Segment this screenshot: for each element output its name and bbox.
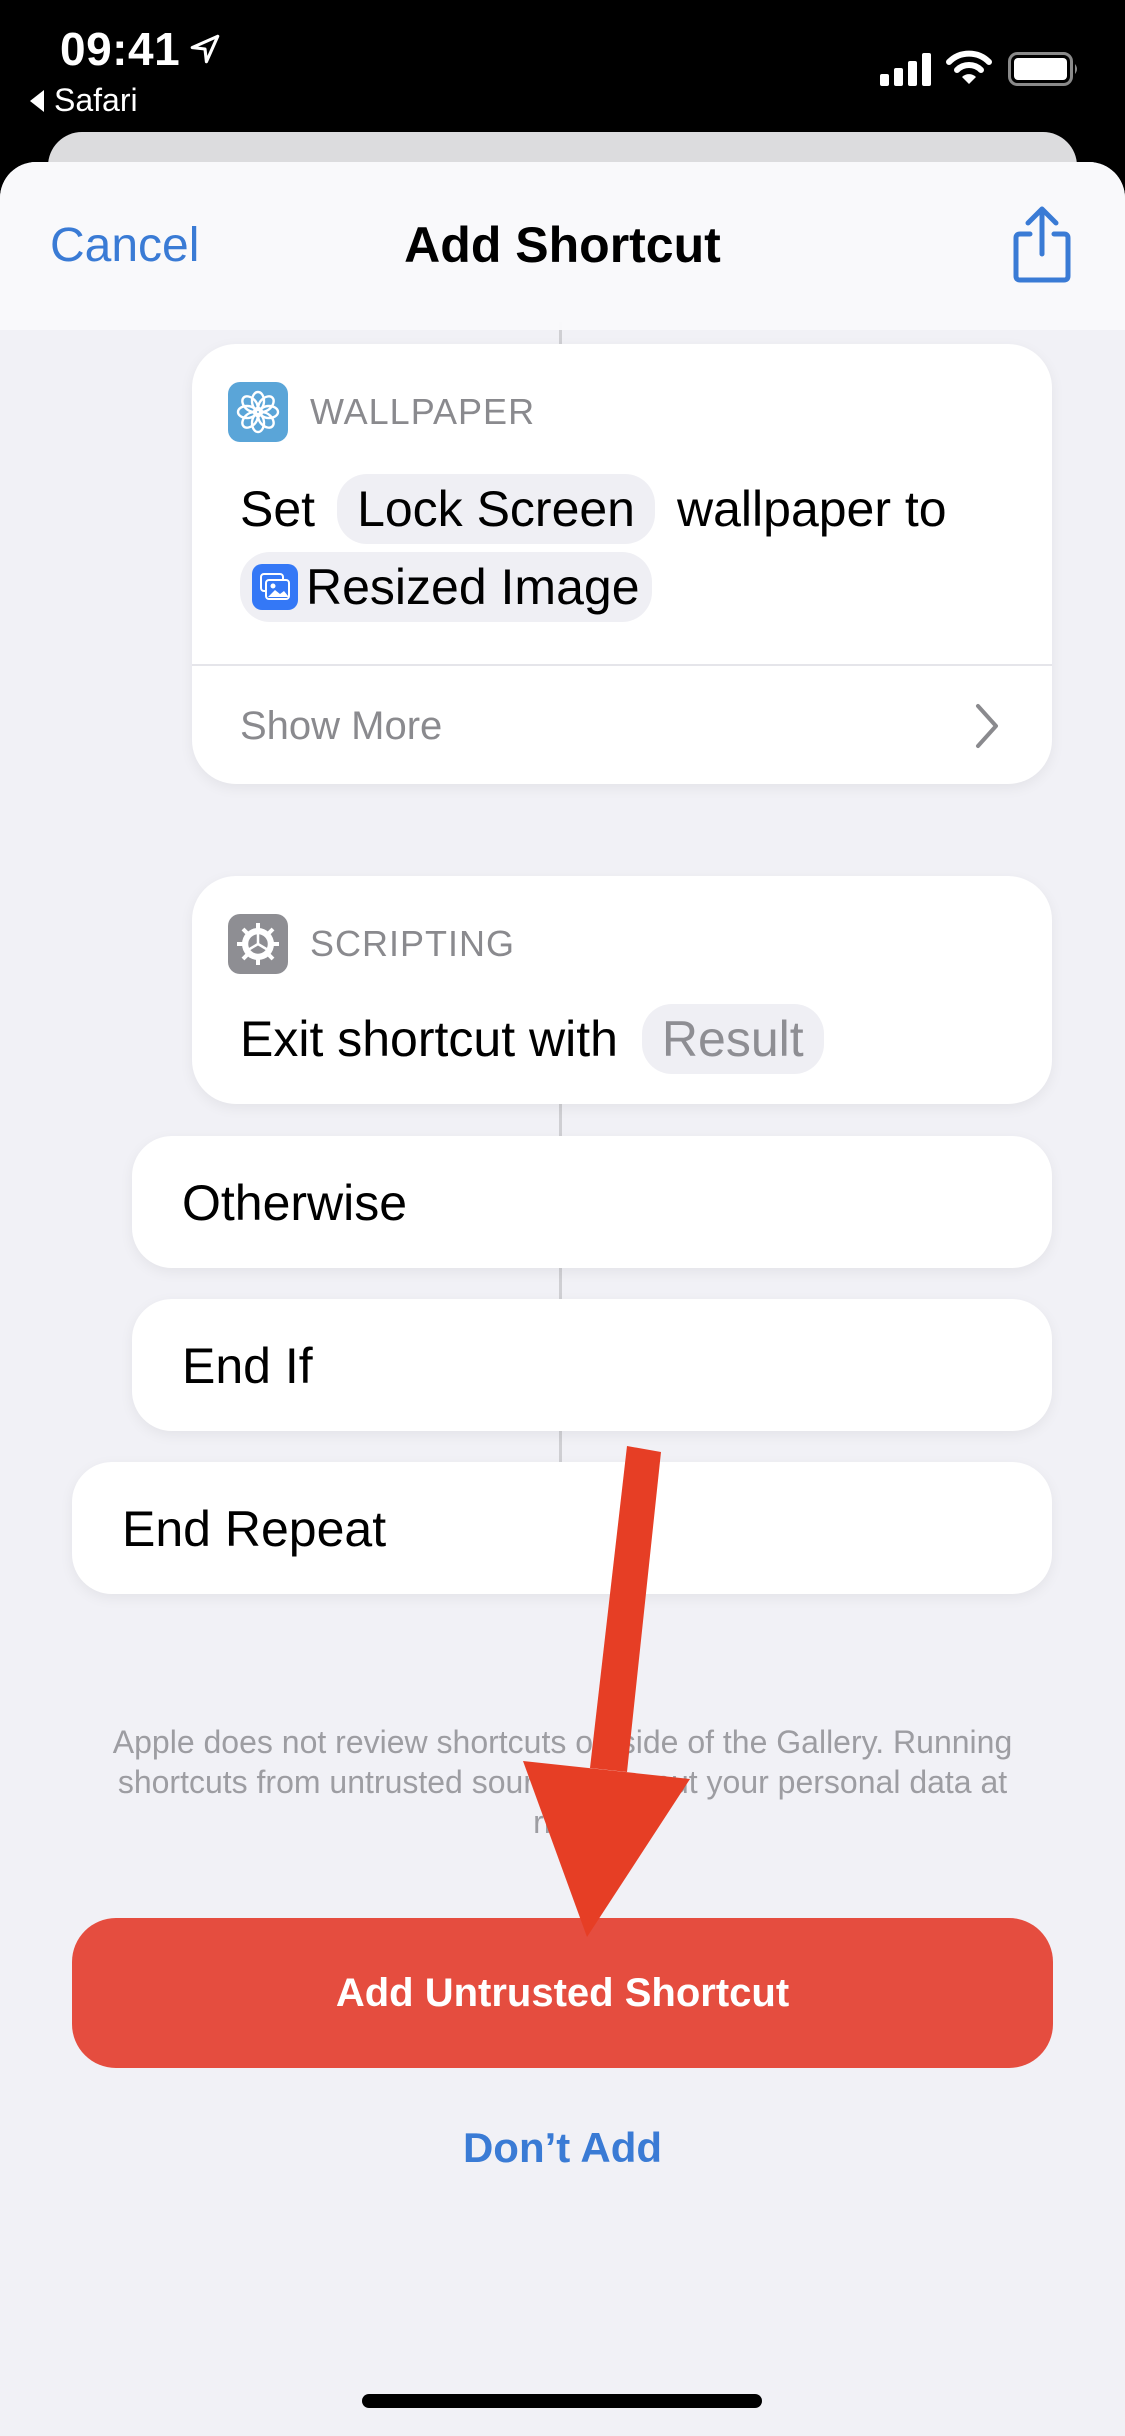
action-description-line-2: Resized Image <box>240 552 652 622</box>
action-text: wallpaper to <box>677 481 947 537</box>
add-shortcut-sheet: Cancel Add Shortcut WALLPAPER Set Lock S… <box>0 162 1125 2436</box>
result-parameter[interactable]: Result <box>641 1004 824 1074</box>
end-if-block[interactable]: End If <box>132 1299 1052 1431</box>
gear-icon <box>228 914 288 974</box>
action-description: Exit shortcut with Result <box>240 1004 834 1074</box>
untrusted-disclaimer: Apple does not review shortcuts outside … <box>112 1724 1013 1840</box>
otherwise-block[interactable]: Otherwise <box>132 1136 1052 1268</box>
back-app-label: Safari <box>54 82 138 118</box>
chevron-right-icon <box>976 704 998 748</box>
location-arrow-icon <box>190 34 220 64</box>
share-button[interactable] <box>1006 204 1078 284</box>
block-label: End If <box>182 1338 313 1394</box>
action-description: Set Lock Screen wallpaper to <box>240 474 947 544</box>
variable-label: Resized Image <box>306 559 640 615</box>
category-label: WALLPAPER <box>310 391 536 432</box>
home-indicator <box>362 2394 762 2408</box>
end-repeat-block[interactable]: End Repeat <box>72 1462 1052 1594</box>
dont-add-button[interactable]: Don’t Add <box>0 2124 1125 2172</box>
block-label: End Repeat <box>122 1501 387 1557</box>
category-label: SCRIPTING <box>310 923 516 964</box>
action-text: Exit shortcut with <box>240 1011 618 1067</box>
show-more-label: Show More <box>240 704 443 748</box>
wallpaper-location-parameter[interactable]: Lock Screen <box>337 474 655 544</box>
action-category: WALLPAPER <box>228 382 535 442</box>
action-category: SCRIPTING <box>228 914 515 974</box>
wallpaper-flower-icon <box>228 382 288 442</box>
status-bar: 09:41 Safari <box>0 0 1125 130</box>
action-card-exit-shortcut[interactable]: SCRIPTING Exit shortcut with Result <box>192 876 1052 1104</box>
back-to-app-button[interactable]: Safari <box>30 82 138 119</box>
navigation-bar: Cancel Add Shortcut <box>0 162 1125 330</box>
page-title: Add Shortcut <box>404 217 721 273</box>
flow-connector <box>559 1262 562 1302</box>
battery-icon <box>1008 52 1077 86</box>
photo-variable-icon <box>252 564 298 610</box>
block-label: Otherwise <box>182 1175 408 1231</box>
wifi-icon <box>946 50 992 84</box>
back-triangle-icon <box>30 89 44 112</box>
cellular-signal-icon <box>880 53 931 86</box>
add-untrusted-shortcut-button[interactable]: Add Untrusted Shortcut <box>72 1918 1053 2068</box>
resized-image-variable[interactable]: Resized Image <box>240 552 652 622</box>
status-time: 09:41 <box>60 23 181 75</box>
share-icon <box>1013 206 1071 283</box>
action-card-set-wallpaper[interactable]: WALLPAPER Set Lock Screen wallpaper to R… <box>192 344 1052 784</box>
action-text: Set <box>240 481 316 537</box>
show-more-row[interactable]: Show More <box>192 666 1052 784</box>
